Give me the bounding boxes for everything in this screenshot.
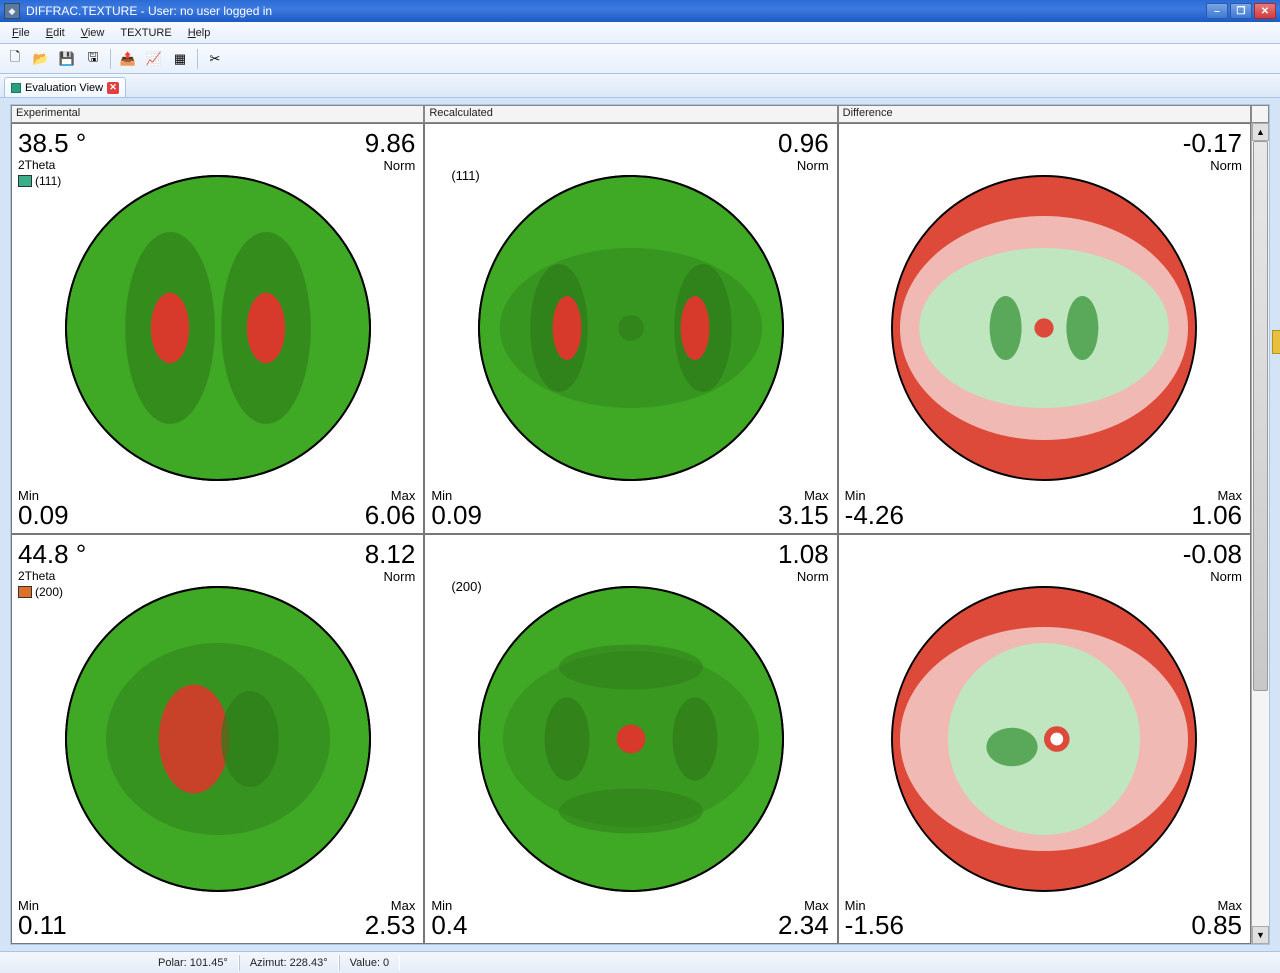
pole-figure-cell[interactable]: (111) 0.96 Norm Min 0.09 Max 3.15: [424, 123, 837, 534]
hkl-chip: (200): [18, 585, 63, 599]
norm-value: 1.08: [778, 539, 829, 570]
angle-value: 44.8 °: [18, 539, 86, 570]
norm-value: 0.96: [778, 128, 829, 159]
angle-value: 38.5 °: [18, 128, 86, 159]
pole-figure-cell[interactable]: -0.08 Norm Min -1.56 Max 0.85: [838, 534, 1251, 945]
new-button[interactable]: 🗋: [4, 48, 26, 70]
scroll-track[interactable]: [1252, 141, 1269, 926]
min-value: 0.4: [431, 910, 467, 941]
max-value: 1.06: [1191, 500, 1242, 531]
app-icon: ◆: [4, 3, 20, 19]
norm-label: Norm: [1210, 569, 1242, 584]
two-theta-label: 2Theta: [18, 569, 55, 583]
hkl-swatch: [18, 175, 32, 187]
norm-label: Norm: [384, 569, 416, 584]
max-value: 2.34: [778, 910, 829, 941]
norm-label: Norm: [1210, 158, 1242, 173]
grid-body: 38.5 ° 2Theta (111) 9.86 Norm Min 0.09 M…: [11, 123, 1269, 944]
hkl-label: (111): [35, 174, 61, 188]
menu-help[interactable]: Help: [180, 25, 219, 41]
pole-figure-cell[interactable]: 44.8 ° 2Theta (200) 8.12 Norm Min 0.11 M…: [11, 534, 424, 945]
tab-evaluation-view[interactable]: Evaluation View ✕: [4, 77, 126, 97]
export-button[interactable]: 📤: [117, 48, 139, 70]
window-titlebar: ◆ DIFFRAC.TEXTURE - User: no user logged…: [0, 0, 1280, 22]
maximize-button[interactable]: ❐: [1230, 3, 1252, 19]
open-button[interactable]: 📂: [30, 48, 52, 70]
pole-figure-cell[interactable]: -0.17 Norm Min -4.26 Max 1.06: [838, 123, 1251, 534]
norm-label: Norm: [797, 569, 829, 584]
menu-view[interactable]: View: [73, 25, 113, 41]
pole-figure[interactable]: [58, 168, 378, 488]
max-value: 3.15: [778, 500, 829, 531]
max-value: 6.06: [365, 500, 416, 531]
status-azimut: Azimut: 228.43°: [239, 955, 339, 971]
norm-label: Norm: [797, 158, 829, 173]
two-theta-label: 2Theta: [18, 158, 55, 172]
scroll-spacer: [1251, 105, 1269, 123]
min-value: 0.11: [18, 910, 67, 941]
chart-button[interactable]: 📈: [143, 48, 165, 70]
hkl-label: (200): [451, 579, 481, 594]
pole-figure-row: 38.5 ° 2Theta (111) 9.86 Norm Min 0.09 M…: [11, 123, 1251, 534]
min-value: 0.09: [431, 500, 482, 531]
menubar: File Edit View TEXTURE Help: [0, 22, 1280, 44]
window-controls: – ❐ ✕: [1206, 3, 1276, 19]
workspace: Experimental Recalculated Difference 38.…: [10, 104, 1270, 945]
scroll-thumb[interactable]: [1253, 141, 1268, 691]
minimize-button[interactable]: –: [1206, 3, 1228, 19]
min-value: 0.09: [18, 500, 69, 531]
grid-button[interactable]: ▦: [169, 48, 191, 70]
tool-button[interactable]: ✂: [204, 48, 226, 70]
menu-texture[interactable]: TEXTURE: [112, 25, 179, 41]
hkl-chip: (111): [18, 174, 61, 188]
hkl-label: (200): [35, 585, 63, 599]
window-title: DIFFRAC.TEXTURE - User: no user logged i…: [26, 4, 1206, 18]
column-headers: Experimental Recalculated Difference: [11, 105, 1269, 123]
min-value: -4.26: [845, 500, 904, 531]
saveas-button[interactable]: 🖫: [82, 48, 104, 70]
vertical-scrollbar[interactable]: ▲ ▼: [1251, 123, 1269, 944]
status-polar: Polar: 101.45°: [148, 955, 239, 971]
menu-file[interactable]: File: [4, 25, 38, 41]
side-marker[interactable]: [1272, 330, 1280, 354]
pole-figure[interactable]: [58, 579, 378, 899]
col-header-difference[interactable]: Difference: [838, 105, 1251, 123]
norm-value: -0.17: [1183, 128, 1242, 159]
tab-close-button[interactable]: ✕: [107, 82, 119, 94]
toolbar-sep: [110, 49, 111, 69]
tab-label: Evaluation View: [25, 82, 103, 94]
hkl-label: (111): [451, 168, 479, 183]
col-header-recalculated[interactable]: Recalculated: [424, 105, 837, 123]
norm-label: Norm: [384, 158, 416, 173]
pole-figure-row: 44.8 ° 2Theta (200) 8.12 Norm Min 0.11 M…: [11, 534, 1251, 945]
norm-value: -0.08: [1183, 539, 1242, 570]
norm-value: 8.12: [365, 539, 416, 570]
col-header-experimental[interactable]: Experimental: [11, 105, 424, 123]
close-button[interactable]: ✕: [1254, 3, 1276, 19]
scroll-down-button[interactable]: ▼: [1252, 926, 1269, 944]
pole-figure[interactable]: [471, 168, 791, 488]
statusbar: Polar: 101.45° Azimut: 228.43° Value: 0: [0, 951, 1280, 973]
max-value: 0.85: [1191, 910, 1242, 941]
min-value: -1.56: [845, 910, 904, 941]
grid-rows: 38.5 ° 2Theta (111) 9.86 Norm Min 0.09 M…: [11, 123, 1251, 944]
norm-value: 9.86: [365, 128, 416, 159]
pole-figure-diff[interactable]: [884, 579, 1204, 899]
scroll-up-button[interactable]: ▲: [1252, 123, 1269, 141]
pole-figure-cell[interactable]: (200) 1.08 Norm Min 0.4 Max 2.34: [424, 534, 837, 945]
hkl-swatch: [18, 586, 32, 598]
status-value: Value: 0: [339, 955, 401, 971]
max-value: 2.53: [365, 910, 416, 941]
pole-figure[interactable]: [471, 579, 791, 899]
save-button[interactable]: 💾: [56, 48, 78, 70]
toolbar: 🗋 📂 💾 🖫 📤 📈 ▦ ✂: [0, 44, 1280, 74]
toolbar-sep-2: [197, 49, 198, 69]
tab-icon: [11, 83, 21, 93]
pole-figure-diff[interactable]: [884, 168, 1204, 488]
tabbar: Evaluation View ✕: [0, 74, 1280, 98]
pole-figure-cell[interactable]: 38.5 ° 2Theta (111) 9.86 Norm Min 0.09 M…: [11, 123, 424, 534]
menu-edit[interactable]: Edit: [38, 25, 73, 41]
